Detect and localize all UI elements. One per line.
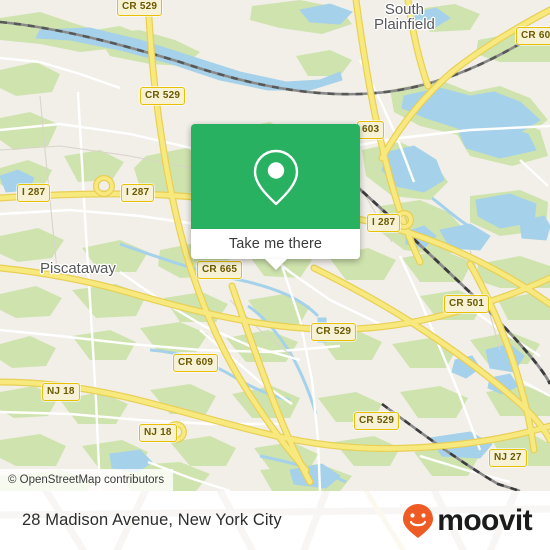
- location-callout-card[interactable]: Take me there: [191, 124, 360, 270]
- road-shield-cr-529-upper[interactable]: CR 529: [140, 87, 186, 105]
- road-shield-603[interactable]: 603: [357, 121, 385, 139]
- footer-content: 28 Madison Avenue, New York City moovit: [0, 491, 550, 550]
- take-me-there-label: Take me there: [228, 236, 323, 252]
- road-shield-i-287-mid[interactable]: I 287: [121, 184, 155, 202]
- place-label-piscataway: Piscataway: [40, 260, 116, 277]
- road-shield-cr-529-south[interactable]: CR 529: [354, 412, 400, 430]
- road-shield-nj-27[interactable]: NJ 27: [489, 449, 527, 467]
- road-shield-i-287-west[interactable]: I 287: [17, 184, 51, 202]
- road-shield-cr-529-mid[interactable]: CR 529: [311, 323, 357, 341]
- road-shield-nj-18-south[interactable]: NJ 18: [139, 424, 177, 442]
- callout-icon-area: [191, 124, 360, 229]
- moovit-wordmark: moovit: [437, 503, 532, 537]
- road-shield-i-287-east[interactable]: I 287: [367, 214, 401, 232]
- road-shield-cr-609[interactable]: CR 609: [173, 354, 219, 372]
- location-pin-icon: [253, 149, 298, 205]
- footer-bar: 28 Madison Avenue, New York City moovit: [0, 491, 550, 550]
- callout-action-area[interactable]: Take me there: [191, 229, 360, 270]
- road-shield-cr-529-north[interactable]: CR 529: [117, 0, 163, 16]
- address-label: 28 Madison Avenue, New York City: [22, 511, 282, 529]
- place-label-line1: South: [384, 1, 425, 18]
- moovit-brand[interactable]: moovit: [402, 503, 533, 539]
- callout-pointer-tail: [264, 259, 287, 270]
- road-shield-cr-60[interactable]: CR 60: [516, 27, 550, 45]
- road-shield-cr-665[interactable]: CR 665: [197, 261, 243, 279]
- attribution-text: © OpenStreetMap contributors: [8, 474, 165, 486]
- moovit-smiley-pin-icon: [403, 503, 434, 538]
- place-label-south-plainfield: South Plainfield: [374, 2, 435, 32]
- road-shield-nj-18-west[interactable]: NJ 18: [42, 383, 80, 401]
- map-attribution[interactable]: © OpenStreetMap contributors: [0, 469, 174, 491]
- map-screenshot: South Plainfield Piscataway CR 529 CR 60…: [0, 0, 550, 550]
- map-canvas[interactable]: South Plainfield Piscataway CR 529 CR 60…: [0, 0, 550, 491]
- place-label-line2: Plainfield: [374, 16, 435, 33]
- road-shield-cr-501[interactable]: CR 501: [444, 295, 490, 313]
